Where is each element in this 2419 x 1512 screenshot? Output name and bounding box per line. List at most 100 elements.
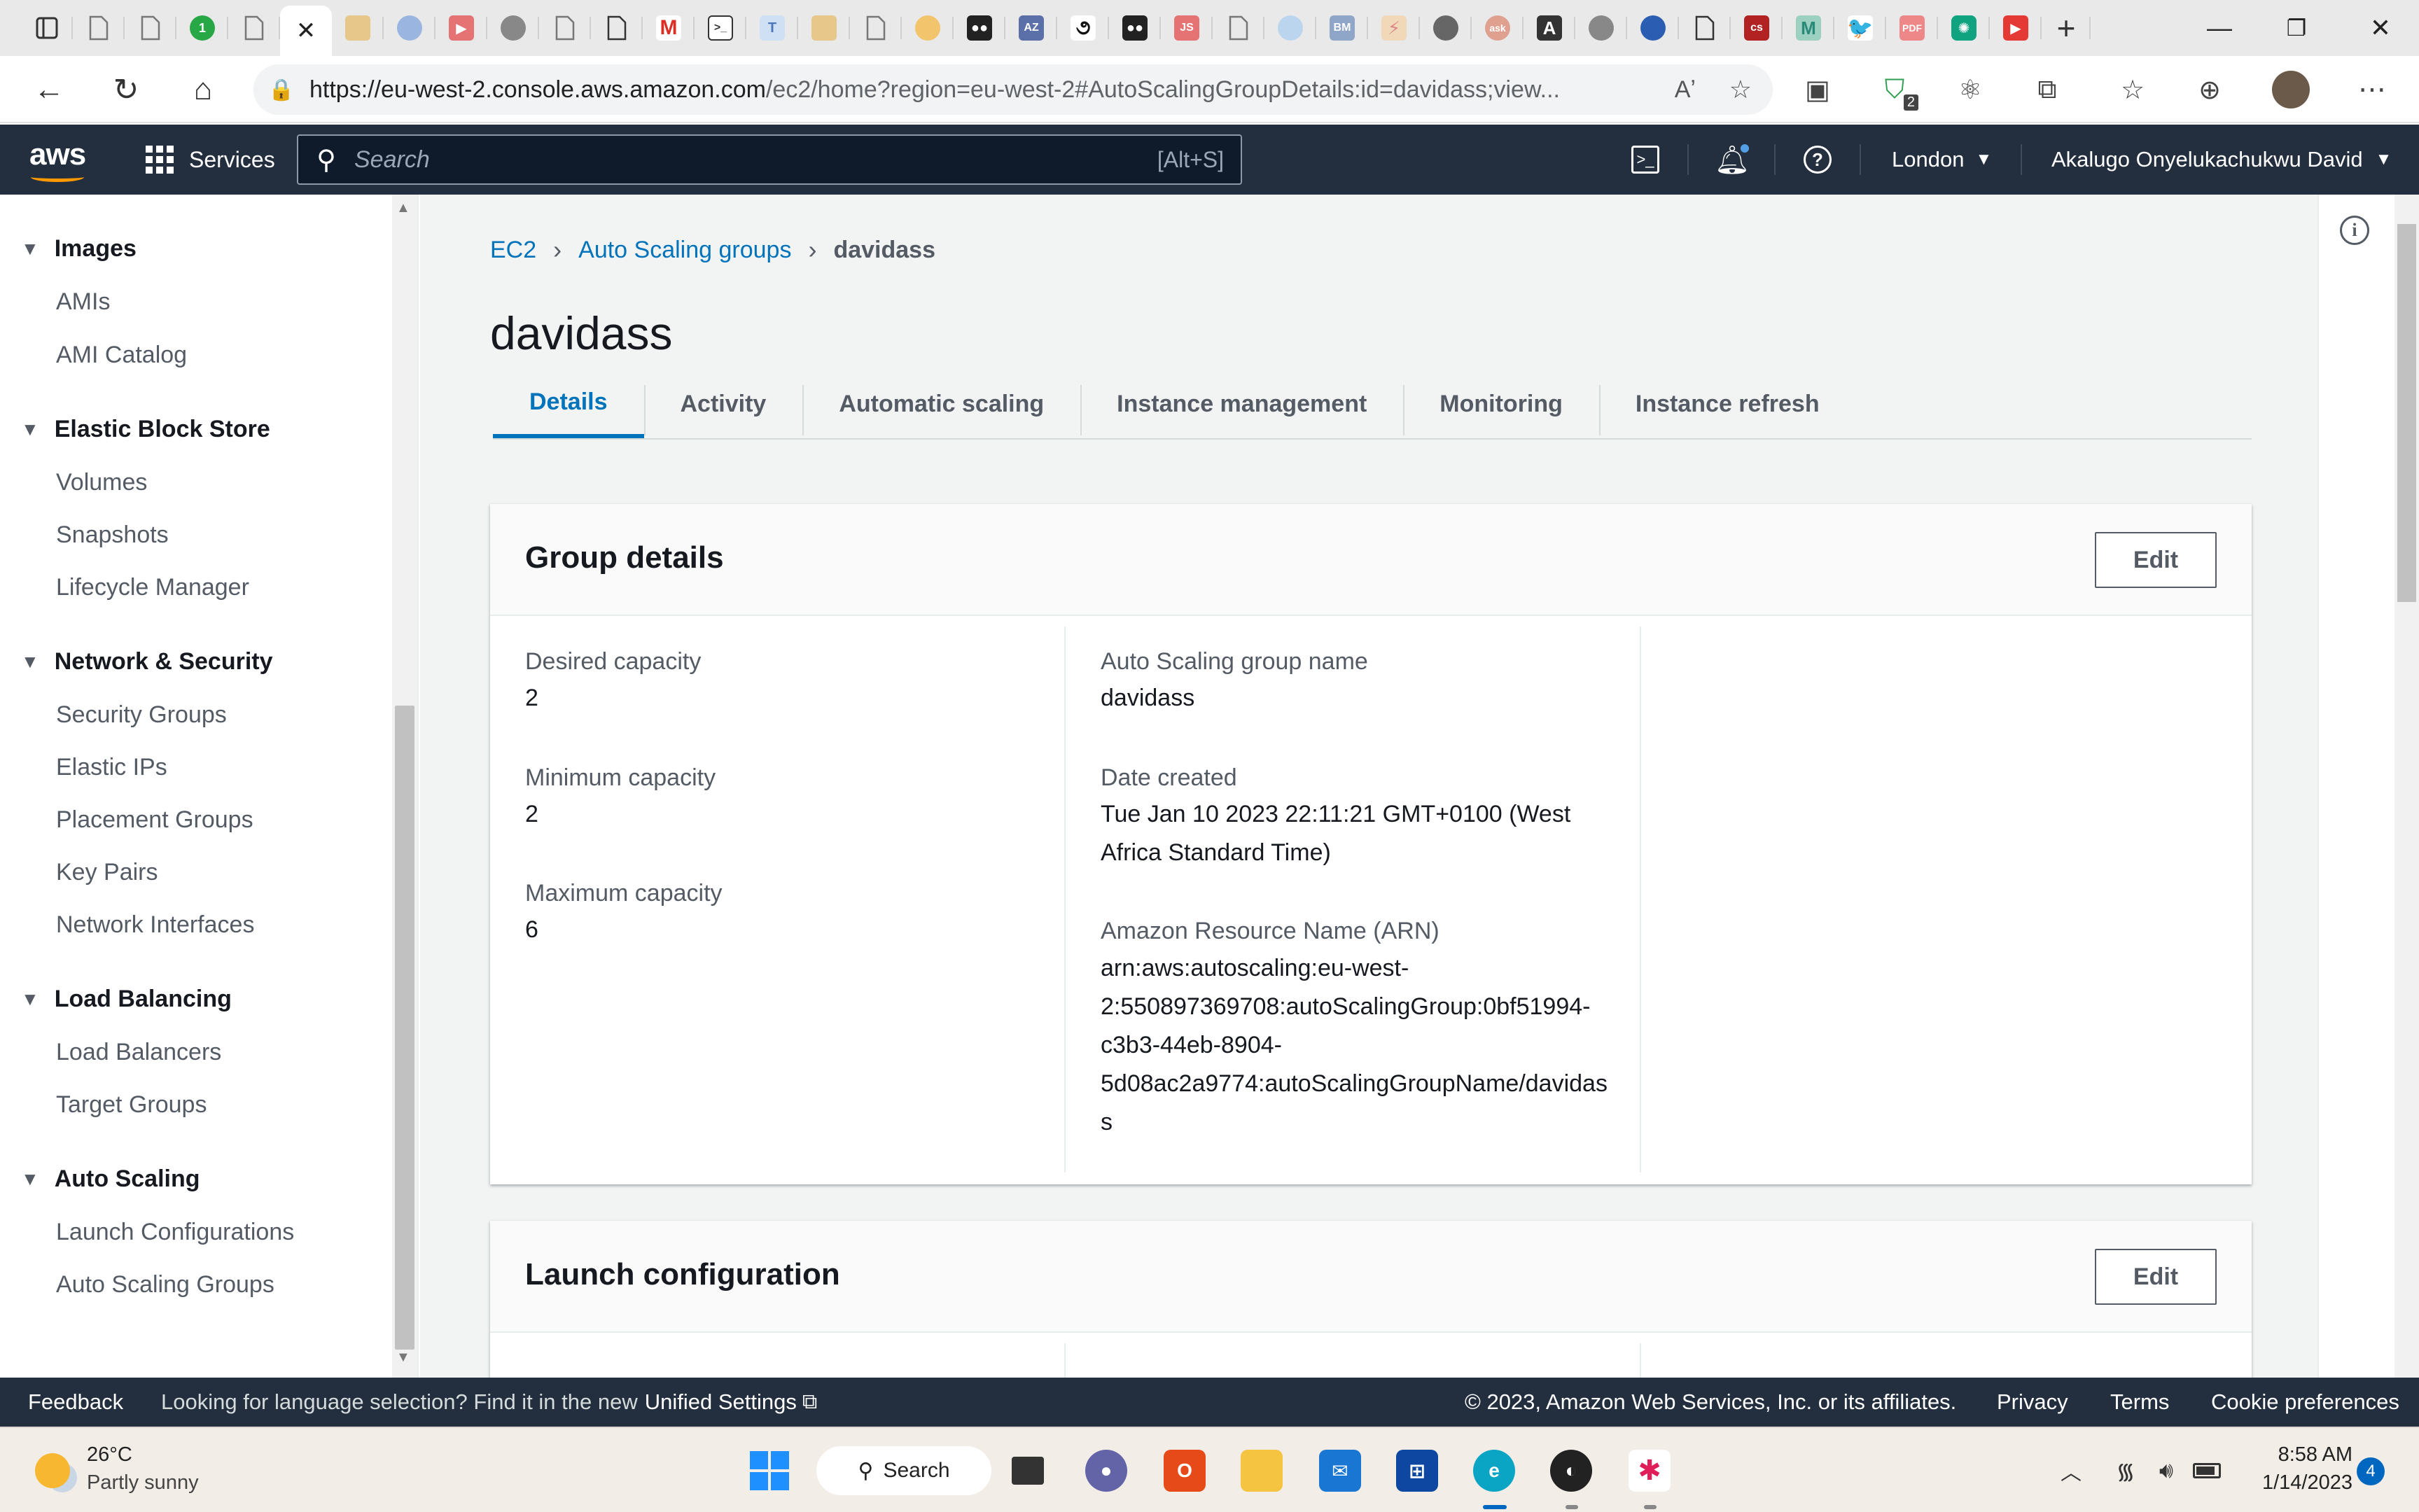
tab-chat[interactable] [384, 0, 435, 56]
tab-edge-ext[interactable] [1627, 0, 1679, 56]
sidebar-section-ebs[interactable]: ▼ Elastic Block Store [21, 416, 270, 443]
help-icon[interactable]: ? [1797, 125, 1839, 195]
url-text[interactable]: https://eu-west-2.console.aws.amazon.com… [309, 76, 1626, 104]
edge-icon[interactable]: e [1473, 1428, 1515, 1512]
scroll-down-icon[interactable]: ▼ [396, 1350, 410, 1366]
start-button[interactable] [745, 1428, 794, 1512]
sidebar-item-placement-groups[interactable]: Placement Groups [56, 806, 253, 834]
sidebar-item-volumes[interactable]: Volumes [56, 469, 147, 496]
teams-chat-icon[interactable]: ● [1085, 1428, 1127, 1512]
restore-button[interactable]: ❐ [2258, 0, 2335, 56]
sidebar-item-load-balancers[interactable]: Load Balancers [56, 1039, 221, 1066]
tab-page-6[interactable] [850, 0, 902, 56]
new-tab-button[interactable]: + [2042, 0, 2091, 56]
tab-m[interactable]: M [1783, 0, 1834, 56]
window-close-button[interactable]: ✕ [2342, 0, 2419, 56]
tab-spiral[interactable]: ૭ [1057, 0, 1109, 56]
edit-launch-configuration-button[interactable]: Edit [2095, 1249, 2217, 1305]
notifications-icon[interactable]: 🔔︎ [1711, 125, 1753, 195]
tab-github-1[interactable] [487, 0, 539, 56]
tab-workspaces[interactable] [21, 0, 73, 56]
tab-ask[interactable]: ask [1472, 0, 1524, 56]
tab-github-2[interactable] [1420, 0, 1472, 56]
region-selector[interactable]: London ▼ [1892, 125, 1992, 195]
tab-pdf[interactable]: PDF [1886, 0, 1938, 56]
tab-page-2[interactable] [125, 0, 176, 56]
tab-monitoring[interactable]: Monitoring [1403, 370, 1599, 438]
tab-notes[interactable] [332, 0, 384, 56]
tab-terminal[interactable]: >_ [695, 0, 746, 56]
tab-font[interactable]: A [1524, 0, 1575, 56]
sidebar-section-network-security[interactable]: ▼ Network & Security [21, 648, 273, 676]
sidebar-section-auto-scaling[interactable]: ▼ Auto Scaling [21, 1166, 200, 1193]
tab-instance-refresh[interactable]: Instance refresh [1598, 370, 1856, 438]
atom-ext-icon[interactable]: ⚛ [1951, 70, 1990, 109]
terms-link[interactable]: Terms [2110, 1378, 2169, 1427]
privacy-link[interactable]: Privacy [1997, 1378, 2068, 1427]
sidebar-item-snapshots[interactable]: Snapshots [56, 522, 169, 549]
tab-t[interactable]: T [746, 0, 798, 56]
close-icon[interactable]: ✕ [296, 17, 316, 45]
tab-medium-2[interactable]: ●● [1109, 0, 1161, 56]
sidebar-item-network-interfaces[interactable]: Network Interfaces [56, 911, 254, 939]
tab-green-1[interactable]: 1 [176, 0, 228, 56]
scroll-up-icon[interactable]: ▲ [396, 200, 410, 216]
tab-cloud[interactable] [902, 0, 954, 56]
file-explorer-icon[interactable] [1241, 1428, 1283, 1512]
tab-automatic-scaling[interactable]: Automatic scaling [802, 370, 1080, 438]
read-aloud-icon[interactable]: A͏ʼ [1675, 76, 1696, 104]
notification-badge[interactable]: 4 [2357, 1457, 2385, 1485]
add-favorite-icon[interactable]: ☆ [1729, 75, 1752, 104]
sidebar-item-elastic-ips[interactable]: Elastic IPs [56, 754, 167, 781]
aws-logo[interactable]: aws [29, 137, 86, 172]
sidebar-item-key-pairs[interactable]: Key Pairs [56, 859, 158, 886]
tab-bm[interactable]: BM [1316, 0, 1368, 56]
info-icon[interactable]: i [2340, 216, 2369, 245]
favorites-icon[interactable]: ☆ [2113, 70, 2152, 109]
office-icon[interactable]: O [1164, 1428, 1206, 1512]
sidebar-scroll-thumb[interactable] [395, 706, 414, 1350]
wifi-icon[interactable]: ᯾ [2107, 1428, 2144, 1512]
sidebar-item-lifecycle-manager[interactable]: Lifecycle Manager [56, 574, 249, 601]
sidebar-item-launch-configurations[interactable]: Launch Configurations [56, 1219, 294, 1246]
clock-date[interactable]: 1/14/2023 [2245, 1471, 2352, 1494]
unified-settings-link[interactable]: Unified Settings [645, 1390, 797, 1415]
tab-page-1[interactable] [73, 0, 125, 56]
tab-az[interactable]: AZ [1005, 0, 1057, 56]
search-input[interactable]: ⚲ Search [Alt+S] [297, 134, 1242, 185]
battery-icon[interactable] [2187, 1428, 2226, 1512]
tab-globe[interactable] [1575, 0, 1627, 56]
sidebar-item-ami-catalog[interactable]: AMI Catalog [56, 342, 187, 369]
cookie-preferences-link[interactable]: Cookie preferences [2211, 1378, 2399, 1427]
task-view-icon[interactable] [1007, 1428, 1049, 1512]
edit-group-details-button[interactable]: Edit [2095, 532, 2217, 588]
collections-icon[interactable]: ⊕ [2190, 70, 2229, 109]
tab-cs[interactable]: cs [1731, 0, 1783, 56]
tab-page-5[interactable] [591, 0, 643, 56]
chevron-up-icon[interactable]: ︿ [2051, 1428, 2091, 1512]
breadcrumb-auto-scaling-groups[interactable]: Auto Scaling groups [578, 237, 791, 264]
sidebar-item-target-groups[interactable]: Target Groups [56, 1091, 207, 1119]
sidebar-section-load-balancing[interactable]: ▼ Load Balancing [21, 986, 232, 1013]
sidebar-item-auto-scaling-groups[interactable]: Auto Scaling Groups [56, 1271, 274, 1298]
breadcrumb-ec2[interactable]: EC2 [490, 237, 536, 264]
refresh-button[interactable]: ↻ [91, 56, 161, 123]
tab-page-8[interactable] [1679, 0, 1731, 56]
weather-temp[interactable]: 26°C [87, 1443, 132, 1466]
tab-activity[interactable]: Activity [643, 370, 803, 438]
tab-notes-2[interactable] [798, 0, 850, 56]
cloudshell-icon[interactable]: >_ [1624, 125, 1666, 195]
tab-youtube-2[interactable]: ▶ [1990, 0, 2042, 56]
account-menu[interactable]: Akalugo Onyelukachukwu David ▼ [2051, 125, 2392, 195]
tab-active-aws[interactable]: ✕ [280, 6, 332, 56]
tab-instance-management[interactable]: Instance management [1080, 370, 1403, 438]
tab-twitter[interactable]: 🐦 [1834, 0, 1886, 56]
sidebar-item-amis[interactable]: AMIs [56, 288, 110, 316]
tab-youtube-1[interactable]: ▶ [435, 0, 487, 56]
page-scroll-thumb[interactable] [2397, 224, 2416, 602]
taskbar-search[interactable]: ⚲ Search [816, 1428, 991, 1512]
sidebar-item-security-groups[interactable]: Security Groups [56, 701, 227, 729]
tab-medium-1[interactable]: ●● [954, 0, 1005, 56]
tab-cloud-2[interactable] [1264, 0, 1316, 56]
url-field[interactable]: 🔒 https://eu-west-2.console.aws.amazon.c… [253, 64, 1773, 115]
